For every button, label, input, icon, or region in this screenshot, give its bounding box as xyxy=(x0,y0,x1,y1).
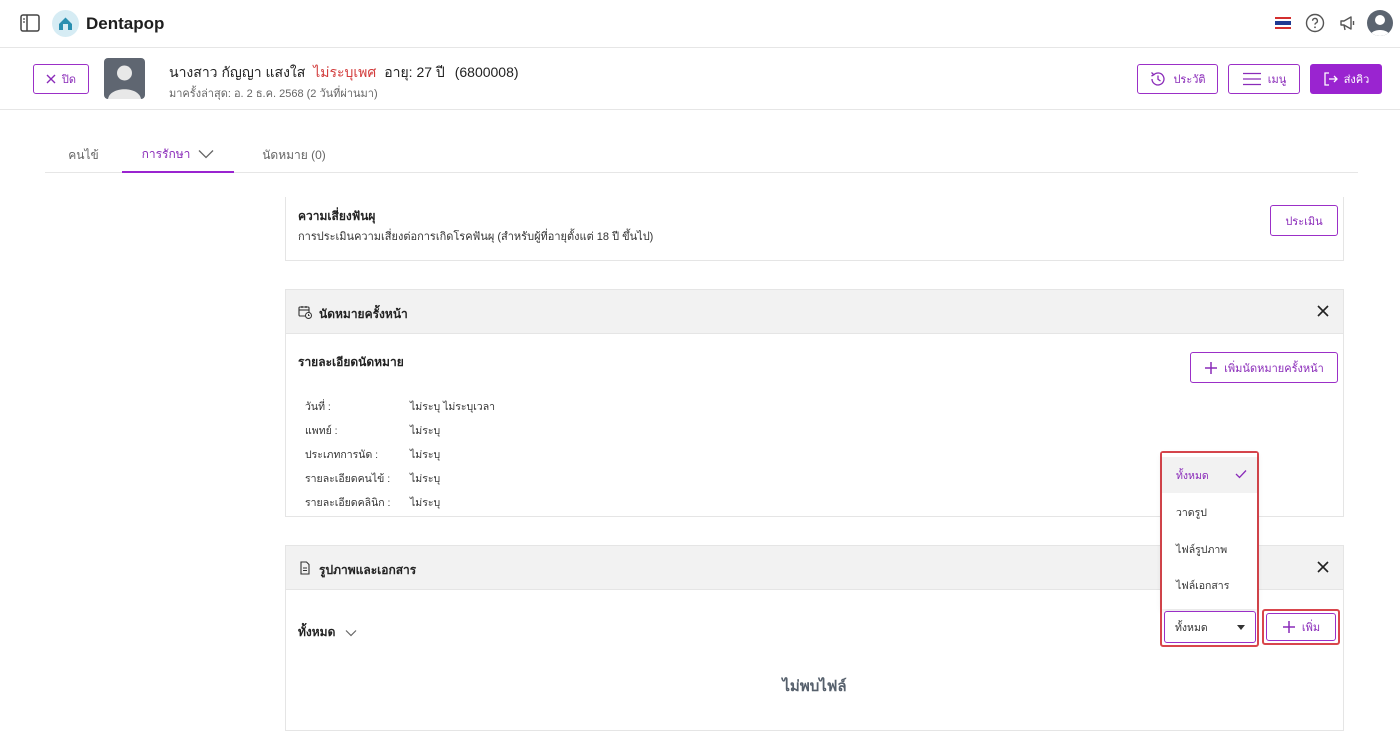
tab-appointment[interactable]: นัดหมาย (0) xyxy=(234,137,354,173)
user-avatar[interactable] xyxy=(1367,10,1393,36)
patient-avatar xyxy=(104,58,145,99)
add-file-highlight: เพิ่ม xyxy=(1262,609,1340,645)
appointment-row-label: วันที่ : xyxy=(305,401,331,413)
send-queue-label: ส่งคิว xyxy=(1343,74,1370,86)
tab-label: นัดหมาย (0) xyxy=(262,147,326,162)
appointment-row-label: รายละเอียดคลินิก : xyxy=(305,497,391,509)
patient-gender: ไม่ระบุเพศ xyxy=(313,64,377,80)
tab-label: คนไข้ xyxy=(68,147,99,162)
close-icon xyxy=(46,74,56,84)
risk-title: ความเสี่ยงฟันผุ xyxy=(298,209,376,223)
add-next-appointment-button[interactable]: เพิ่มนัดหมายครั้งหน้า xyxy=(1190,352,1338,383)
patient-hn: (6800008) xyxy=(454,64,519,80)
option-label: ไฟล์รูปภาพ xyxy=(1176,543,1228,556)
tab-label: การรักษา xyxy=(141,146,191,161)
caret-down-icon xyxy=(1237,625,1245,630)
tab-patient[interactable]: คนไข้ xyxy=(45,137,122,173)
dropdown-option-all[interactable]: ทั้งหมด xyxy=(1162,457,1257,493)
assess-button[interactable]: ประเมิน xyxy=(1270,205,1338,236)
add-file-button[interactable]: เพิ่ม xyxy=(1266,613,1336,641)
document-filter-toggle[interactable]: ทั้งหมด xyxy=(298,623,357,642)
thai-flag-icon[interactable] xyxy=(1275,17,1291,29)
history-button[interactable]: ประวัติ xyxy=(1137,64,1218,94)
close-card-icon[interactable] xyxy=(1315,559,1331,575)
dropdown-option-document-file[interactable]: ไฟล์เอกสาร xyxy=(1162,567,1257,603)
dropdown-menu: ทั้งหมด วาดรูป ไฟล์รูปภาพ ไฟล์เอกสาร xyxy=(1162,453,1257,609)
option-label: ทั้งหมด xyxy=(1176,469,1209,482)
close-button[interactable]: ปิด xyxy=(33,64,89,94)
appointment-row-label: ประเภทการนัด : xyxy=(305,449,379,461)
plus-icon xyxy=(1205,361,1218,374)
hamburger-icon xyxy=(1242,72,1261,86)
card-header: นัดหมายครั้งหน้า xyxy=(286,290,1343,334)
appointment-row-label: รายละเอียดคนไข้ : xyxy=(305,473,391,485)
check-icon xyxy=(1235,470,1247,479)
empty-state-text: ไม่พบไฟล์ xyxy=(782,678,847,695)
appointment-row-value: ไม่ระบุ xyxy=(410,473,441,485)
history-label: ประวัติ xyxy=(1173,74,1206,86)
app-name: Dentapop xyxy=(86,14,165,33)
appointment-row-label: แพทย์ : xyxy=(305,425,338,437)
plus-icon xyxy=(1282,621,1295,633)
send-queue-button[interactable]: ส่งคิว xyxy=(1310,64,1382,94)
help-icon[interactable] xyxy=(1305,13,1325,33)
file-type-select[interactable]: ทั้งหมด xyxy=(1164,611,1256,643)
patient-name: กัญญา แสงใส xyxy=(221,64,306,80)
exit-arrow-icon xyxy=(1324,72,1338,86)
sidebar-toggle-icon[interactable] xyxy=(20,14,40,32)
risk-description: การประเมินความเสี่ยงต่อการเกิดโรคฟันผุ (… xyxy=(298,231,654,243)
menu-label: เมนู xyxy=(1267,74,1287,86)
assess-label: ประเมิน xyxy=(1285,215,1323,228)
appointment-detail-title: รายละเอียดนัดหมาย xyxy=(298,355,404,369)
calendar-clock-icon xyxy=(298,306,312,319)
menu-button[interactable]: เมนู xyxy=(1228,64,1300,94)
add-appointment-label: เพิ่มนัดหมายครั้งหน้า xyxy=(1224,362,1324,375)
history-icon xyxy=(1151,72,1166,86)
chevron-down-icon xyxy=(198,150,214,159)
option-label: ไฟล์เอกสาร xyxy=(1176,579,1230,592)
file-type-dropdown: ทั้งหมด วาดรูป ไฟล์รูปภาพ ไฟล์เอกสาร ทั้… xyxy=(1160,451,1259,647)
announce-icon[interactable] xyxy=(1338,13,1358,33)
dropdown-option-image-file[interactable]: ไฟล์รูปภาพ xyxy=(1162,531,1257,567)
appointment-row-value: ไม่ระบุ xyxy=(410,497,441,509)
close-card-icon[interactable] xyxy=(1315,303,1331,319)
patient-name-line: นางสาว กัญญา แสงใส ไม่ระบุเพศ อายุ: 27 ป… xyxy=(169,62,519,84)
appointment-row-value: ไม่ระบุ ไม่ระบุเวลา xyxy=(410,401,496,413)
select-value: ทั้งหมด xyxy=(1175,621,1208,634)
close-label: ปิด xyxy=(61,74,77,86)
dropdown-option-drawing[interactable]: วาดรูป xyxy=(1162,494,1257,530)
appointment-row-value: ไม่ระบุ xyxy=(410,425,441,437)
patient-header: ปิด นางสาว กัญญา แสงใส ไม่ระบุเพศ อายุ: … xyxy=(0,49,1400,110)
caries-risk-card: ความเสี่ยงฟันผุ การประเมินความเสี่ยงต่อก… xyxy=(285,197,1344,261)
top-bar: Dentapop xyxy=(0,0,1400,48)
add-file-label: เพิ่ม xyxy=(1301,622,1321,634)
patient-age: อายุ: 27 ปี xyxy=(384,64,445,80)
card-title: รูปภาพและเอกสาร xyxy=(319,563,417,577)
appointment-row-value: ไม่ระบุ xyxy=(410,449,441,461)
option-label: วาดรูป xyxy=(1176,506,1207,519)
chevron-down-icon xyxy=(345,629,357,636)
card-title: นัดหมายครั้งหน้า xyxy=(319,307,408,321)
patient-title: นางสาว xyxy=(169,64,218,80)
document-icon xyxy=(300,561,310,575)
last-visit-text: มาครั้งล่าสุด: อ. 2 ธ.ค. 2568 (2 วันที่ผ… xyxy=(169,88,378,100)
app-logo xyxy=(52,10,79,37)
tab-bar: คนไข้ การรักษา นัดหมาย (0) xyxy=(45,137,1358,173)
tab-treatment[interactable]: การรักษา xyxy=(122,137,234,173)
filter-label: ทั้งหมด xyxy=(298,625,336,639)
